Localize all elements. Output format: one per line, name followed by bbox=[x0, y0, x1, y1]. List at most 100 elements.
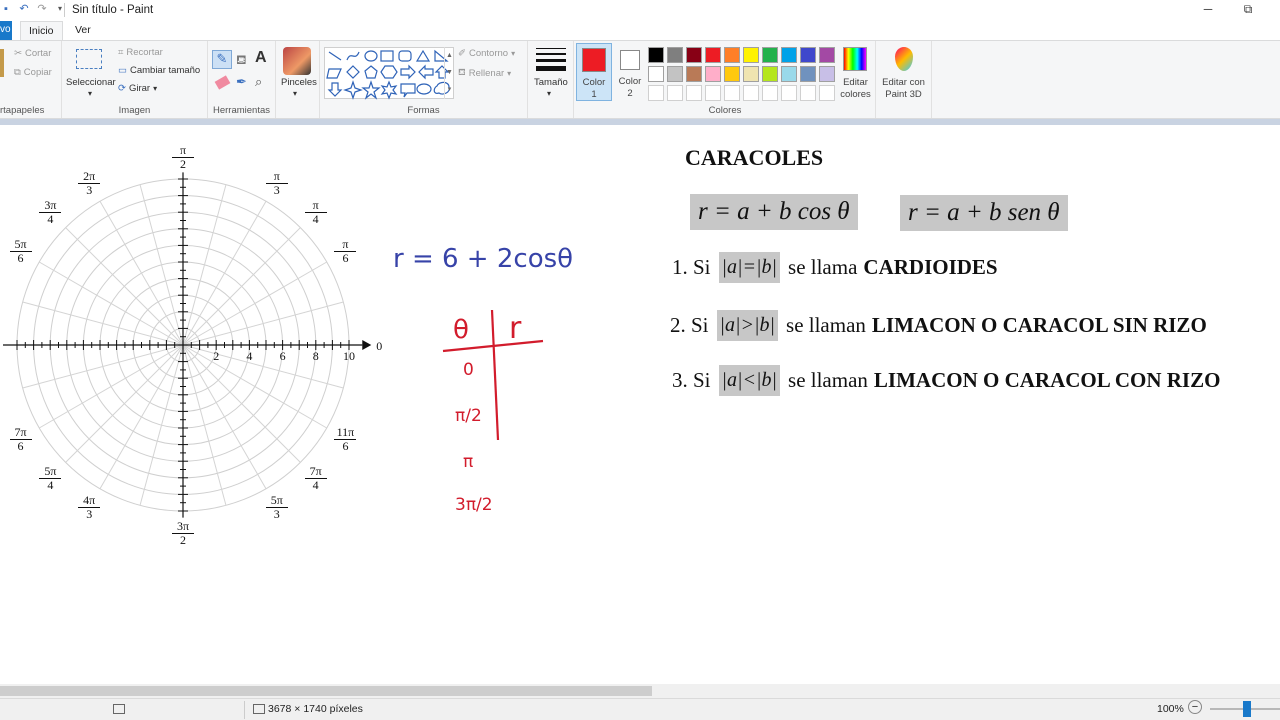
minimize-button[interactable]: ─ bbox=[1198, 2, 1218, 18]
quick-access-toolbar: ▪ ↶ ↷ ▾ bbox=[0, 3, 66, 15]
scrollbar-thumb[interactable] bbox=[0, 686, 652, 696]
list-item: 1. Si |a|=|b| se llama CARDIOIDES bbox=[672, 252, 998, 283]
zoom-slider-thumb[interactable] bbox=[1243, 701, 1251, 717]
brushes-chevron-icon[interactable]: ▾ bbox=[293, 89, 297, 98]
color-swatch[interactable] bbox=[724, 66, 740, 82]
color-swatch[interactable] bbox=[800, 47, 816, 63]
color-swatch[interactable] bbox=[781, 66, 797, 82]
rotate-button[interactable]: ⟳ Girar ▾ bbox=[118, 83, 157, 94]
color-swatch[interactable] bbox=[762, 47, 778, 63]
restore-button[interactable]: ⧉ bbox=[1238, 2, 1258, 18]
handwritten-r: r bbox=[509, 311, 522, 346]
color-swatch[interactable] bbox=[648, 66, 664, 82]
resize-button[interactable]: ▭ Cambiar tamaño bbox=[118, 65, 200, 76]
custom-color-slot[interactable] bbox=[762, 85, 778, 101]
item-name: CARDIOIDES bbox=[863, 255, 998, 279]
eraser-icon[interactable] bbox=[214, 75, 231, 90]
color-picker-icon[interactable]: ✒ bbox=[236, 74, 247, 90]
undo-icon[interactable]: ↶ bbox=[18, 3, 30, 15]
paste-icon[interactable] bbox=[0, 49, 4, 77]
color-swatch[interactable] bbox=[819, 47, 835, 63]
select-icon[interactable] bbox=[76, 49, 102, 69]
color-swatch[interactable] bbox=[705, 66, 721, 82]
pencil-icon[interactable]: ✎ bbox=[212, 50, 232, 69]
custom-color-slot[interactable] bbox=[648, 85, 664, 101]
color-swatch[interactable] bbox=[667, 47, 683, 63]
color-swatch[interactable] bbox=[762, 66, 778, 82]
angle-label: π2 bbox=[172, 143, 194, 170]
copy-button[interactable]: ⧉ Copiar bbox=[14, 67, 52, 78]
zoom-slider[interactable] bbox=[1210, 701, 1280, 717]
custom-color-slot[interactable] bbox=[705, 85, 721, 101]
image-dimensions: 3678 × 1740 píxeles bbox=[268, 703, 363, 715]
tab-home[interactable]: Inicio bbox=[20, 21, 63, 40]
custom-color-slot[interactable] bbox=[800, 85, 816, 101]
tab-file[interactable]: vo bbox=[0, 21, 12, 40]
size-chevron-icon[interactable]: ▾ bbox=[547, 89, 551, 98]
polar-grid: 2 4 6 8 10 0 bbox=[3, 172, 382, 518]
window-title: Sin título - Paint bbox=[72, 4, 154, 16]
custom-color-slot[interactable] bbox=[667, 85, 683, 101]
grid-ray bbox=[182, 301, 344, 346]
cut-button[interactable]: ✂ Cortar bbox=[14, 48, 51, 59]
clipboard-label: rtapapeles bbox=[0, 105, 45, 116]
drawing-canvas[interactable]: 2 4 6 8 10 0 π 2 π 3 π 4 π 6 2π 3 3π 4 5π 6 7π 6 5π 4 4π 3 3π 2 5π 3… bbox=[0, 125, 1280, 684]
shapes-scroll[interactable]: ▲ ▼ ▾ bbox=[444, 47, 454, 99]
color-swatch[interactable] bbox=[705, 47, 721, 63]
angle-numerator: π bbox=[179, 143, 187, 158]
magnifier-icon[interactable]: ⌕ bbox=[255, 74, 262, 90]
custom-color-slot[interactable] bbox=[743, 85, 759, 101]
edit-colors-line1: Editar bbox=[843, 77, 868, 88]
size-lines-icon[interactable] bbox=[536, 48, 566, 71]
brush-icon[interactable] bbox=[283, 47, 311, 75]
select-button[interactable]: Seleccionar bbox=[66, 77, 116, 88]
page-heading: CARACOLES bbox=[685, 145, 824, 170]
custom-color-slot[interactable] bbox=[686, 85, 702, 101]
angle-denominator: 3 bbox=[86, 182, 93, 197]
brushes-button[interactable]: Pinceles bbox=[281, 77, 317, 88]
color-swatch[interactable] bbox=[743, 47, 759, 63]
color-swatch[interactable] bbox=[781, 47, 797, 63]
color-swatch[interactable] bbox=[800, 66, 816, 82]
paint3d-line2: Paint 3D bbox=[885, 89, 922, 100]
angle-numerator: 7π bbox=[309, 463, 322, 478]
item-name: LIMACON O CARACOL CON RIZO bbox=[873, 368, 1221, 392]
fill-button[interactable]: ⛾ Rellenar ▾ bbox=[458, 67, 511, 79]
fill-bucket-icon[interactable]: ⛾ bbox=[236, 52, 247, 70]
custom-color-slot[interactable] bbox=[724, 85, 740, 101]
item-condition: |a|<|b| bbox=[718, 365, 781, 396]
color-swatch[interactable] bbox=[724, 47, 740, 63]
zoom-out-button[interactable]: − bbox=[1188, 700, 1202, 714]
item-verb: se llaman bbox=[788, 368, 868, 392]
color1-button[interactable]: Color 1 bbox=[576, 43, 612, 101]
color-swatch[interactable] bbox=[667, 66, 683, 82]
image-size-icon bbox=[253, 704, 265, 714]
select-chevron-icon[interactable]: ▾ bbox=[88, 89, 92, 98]
paint3d-button[interactable]: Editar con Paint 3D bbox=[876, 41, 932, 118]
color-swatch[interactable] bbox=[743, 66, 759, 82]
grid-ray bbox=[182, 184, 227, 346]
shapes-gallery[interactable] bbox=[324, 47, 454, 100]
color-swatch[interactable] bbox=[648, 47, 664, 63]
outline-button[interactable]: ✐ Contorno ▾ bbox=[458, 48, 515, 59]
text-tool-icon[interactable]: A bbox=[255, 49, 267, 67]
grid-ray bbox=[182, 344, 227, 506]
color2-button[interactable]: Color 2 bbox=[612, 41, 648, 118]
size-button[interactable]: Tamaño bbox=[534, 77, 568, 88]
color-swatch[interactable] bbox=[686, 66, 702, 82]
edit-colors-button[interactable]: Editar colores bbox=[836, 41, 876, 118]
horizontal-scrollbar[interactable] bbox=[0, 684, 1280, 698]
redo-icon[interactable]: ↷ bbox=[36, 3, 48, 15]
angle-numerator: 11π bbox=[336, 424, 355, 439]
handwritten-row-0: 0 bbox=[463, 360, 474, 380]
tab-view[interactable]: Ver bbox=[67, 21, 99, 40]
angle-numerator: π bbox=[342, 237, 349, 252]
save-icon[interactable]: ▪ bbox=[0, 3, 12, 15]
handwritten-theta: θ bbox=[453, 315, 469, 345]
angle-label: 5π 6 bbox=[9, 238, 32, 264]
angle-denominator: 6 bbox=[17, 438, 24, 453]
custom-color-slot[interactable] bbox=[781, 85, 797, 101]
color-swatch[interactable] bbox=[686, 47, 702, 63]
crop-button[interactable]: ⌗ Recortar bbox=[118, 47, 163, 58]
angle-label: π3 bbox=[265, 170, 288, 196]
